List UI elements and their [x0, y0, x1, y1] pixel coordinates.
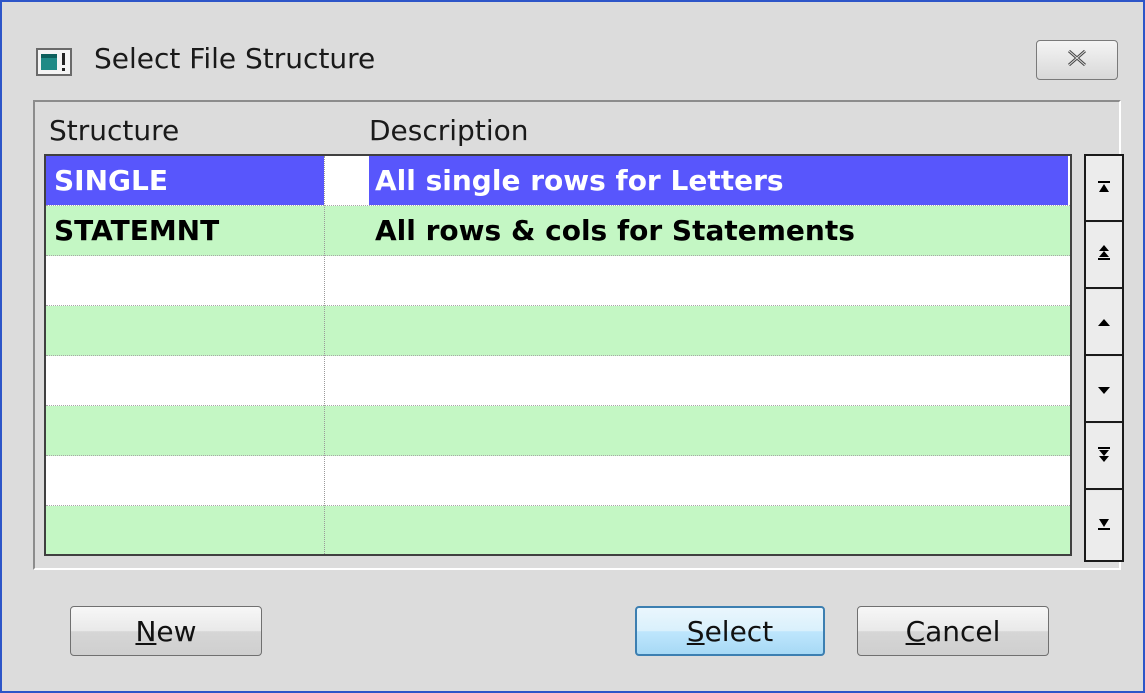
structure-cell [46, 306, 324, 355]
app-window-icon [36, 48, 72, 76]
scroll-page-down-icon [1097, 446, 1111, 466]
scroll-up-icon [1097, 313, 1111, 332]
dialog-window: Select File Structure Structure Descript… [0, 0, 1145, 693]
scroll-first-button[interactable] [1086, 156, 1122, 222]
cancel-button-label: ancel [925, 615, 1001, 648]
table-row[interactable] [46, 356, 1070, 406]
scroll-up-button[interactable] [1086, 290, 1122, 356]
table-row[interactable] [46, 306, 1070, 356]
structure-cell: STATEMNT [54, 214, 220, 247]
new-button-accel: N [135, 615, 157, 648]
structure-cell: SINGLE [46, 156, 324, 205]
table-row[interactable]: STATEMNT All rows & cols for Statements [46, 206, 1070, 256]
table-row[interactable] [46, 256, 1070, 306]
column-divider [324, 156, 325, 554]
select-button-accel: S [686, 615, 705, 648]
column-header-structure[interactable]: Structure [49, 114, 179, 147]
scroll-page-down-button[interactable] [1086, 424, 1122, 490]
description-cell [369, 356, 1068, 405]
structure-table: SINGLE All single rows for Letters STATE… [44, 154, 1072, 556]
scroll-last-icon [1097, 516, 1111, 535]
description-cell [369, 406, 1068, 455]
cancel-button-accel: C [905, 615, 926, 648]
select-button[interactable]: Select [635, 606, 825, 656]
structure-cell [46, 456, 324, 505]
structure-cell [46, 356, 324, 405]
new-button-label: ew [156, 615, 197, 648]
structure-cell [46, 506, 324, 554]
select-button-label: elect [704, 615, 774, 648]
description-cell: All rows & cols for Statements [375, 214, 855, 247]
column-header-description[interactable]: Description [369, 114, 528, 147]
table-row[interactable] [46, 506, 1070, 554]
window-title: Select File Structure [94, 42, 376, 75]
description-cell [369, 256, 1068, 305]
description-cell [369, 506, 1068, 554]
cancel-button[interactable]: Cancel [857, 606, 1049, 656]
table-row[interactable]: SINGLE All single rows for Letters [46, 156, 1070, 206]
new-button[interactable]: New [70, 606, 262, 656]
close-button[interactable] [1036, 40, 1118, 80]
table-row[interactable] [46, 406, 1070, 456]
grid-scrollbar [1084, 154, 1124, 562]
structure-cell [46, 406, 324, 455]
scroll-down-button[interactable] [1086, 357, 1122, 423]
scroll-last-button[interactable] [1086, 491, 1122, 560]
description-cell [369, 306, 1068, 355]
scroll-page-up-icon [1097, 245, 1111, 265]
scroll-first-icon [1097, 179, 1111, 198]
scroll-page-up-button[interactable] [1086, 223, 1122, 289]
description-cell: All single rows for Letters [369, 156, 1068, 205]
description-cell [369, 456, 1068, 505]
table-row[interactable] [46, 456, 1070, 506]
structure-cell [46, 256, 324, 305]
scroll-down-icon [1097, 380, 1111, 399]
close-x-icon [1066, 49, 1088, 71]
